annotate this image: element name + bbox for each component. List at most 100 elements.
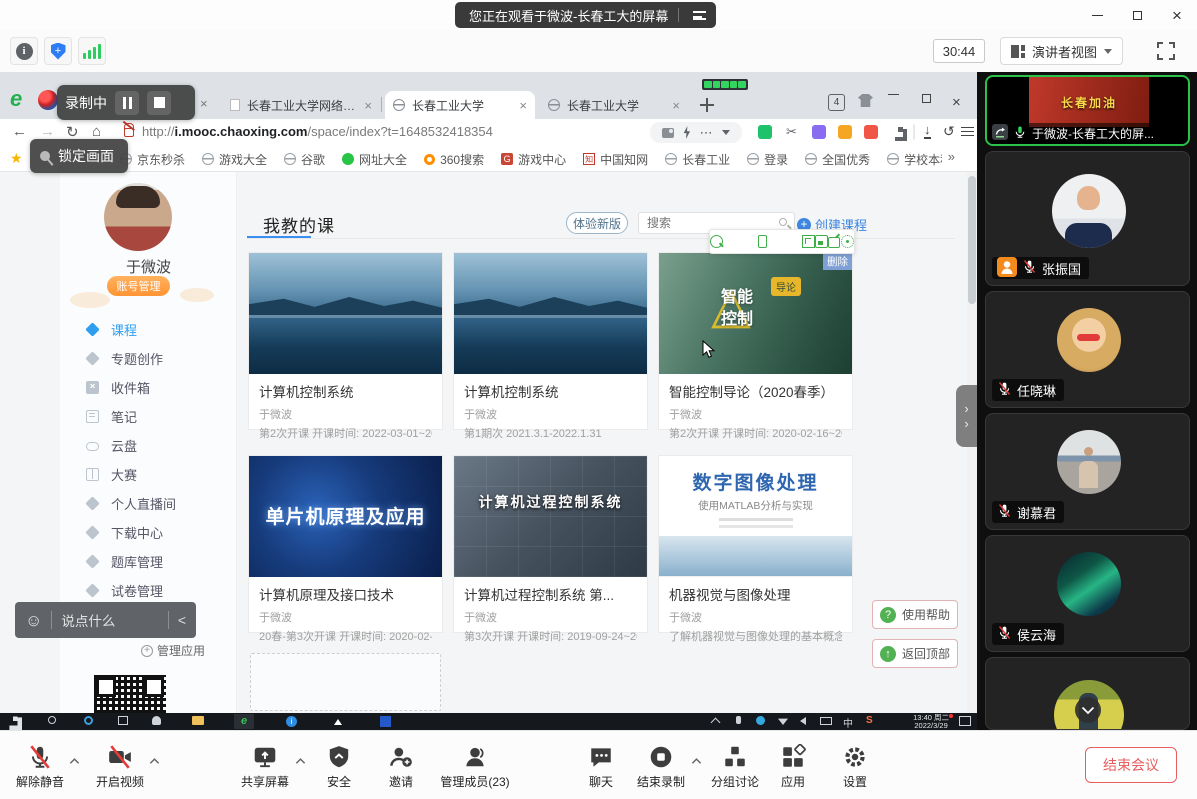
chat-input-placeholder[interactable]: 说点什么 <box>61 610 158 630</box>
course-card[interactable]: 计算机过程控制系统计算机过程控制系统 第...于微波第3次开课 开课时间: 20… <box>453 455 648 633</box>
browser-logo-icon[interactable]: e <box>10 86 22 112</box>
stop-recording-button[interactable]: 结束录制 <box>628 740 694 792</box>
back-button[interactable]: ← <box>12 123 27 140</box>
end-meeting-button[interactable]: 结束会议 <box>1085 747 1177 783</box>
collapse-chat-icon[interactable]: < <box>178 612 186 628</box>
extension-red-icon[interactable] <box>864 125 878 139</box>
close-button[interactable]: × <box>1157 0 1197 30</box>
participant-tile[interactable]: 张振国 <box>985 151 1190 286</box>
menu-icon[interactable] <box>693 11 706 20</box>
file-explorer-icon[interactable] <box>192 716 204 725</box>
tray-expand-icon[interactable] <box>711 718 721 728</box>
emoji-icon[interactable]: ☺ <box>25 612 42 629</box>
stop-recording-button[interactable] <box>147 91 171 115</box>
user-avatar[interactable] <box>104 183 172 251</box>
sidebar-item-2[interactable]: 专题创作 <box>60 347 237 369</box>
extensions-grid-icon[interactable] <box>893 127 903 137</box>
tab-close-icon[interactable]: × <box>519 98 527 113</box>
image-mode-icon[interactable] <box>662 128 674 138</box>
course-card[interactable]: 计算机控制系统于微波第2次开课 开课时间: 2022-03-01~2022-..… <box>248 252 443 430</box>
participant-screen-share-tile[interactable]: 长春加油于微波-长春工大的屏... <box>985 75 1190 146</box>
tray-headset-icon[interactable] <box>756 716 765 725</box>
help-button[interactable]: ? 使用帮助 <box>872 600 958 629</box>
chat-button[interactable]: 聊天 <box>580 740 622 792</box>
security-button[interactable]: 安全 <box>318 740 360 792</box>
download-icon[interactable]: ↓ <box>924 123 931 139</box>
insecure-lock-icon[interactable] <box>124 128 134 137</box>
undo-icon[interactable]: ↺ <box>943 123 955 140</box>
app-icon-blue-circle[interactable]: i <box>286 716 297 727</box>
taskbar-clock[interactable]: 13:40 周二2022/3/29 <box>913 714 949 730</box>
mobile-icon[interactable] <box>758 235 767 248</box>
start-button[interactable] <box>9 717 18 726</box>
scrollbar-thumb[interactable] <box>968 176 976 304</box>
bookmark-item[interactable]: 京东秒杀 <box>120 151 185 168</box>
bookmark-item[interactable]: 360搜索 <box>424 151 484 168</box>
new-tab-button[interactable] <box>700 98 714 112</box>
chevron-up-icon[interactable] <box>149 752 160 760</box>
bookmark-item[interactable]: 学校本科 <box>887 151 942 168</box>
sidebar-item-6[interactable]: 大赛 <box>60 463 237 485</box>
extension-green-icon[interactable] <box>758 125 772 139</box>
view-mode-dropdown[interactable]: 演讲者视图 <box>1000 37 1123 65</box>
network-status-button[interactable] <box>78 37 106 65</box>
try-new-version-button[interactable]: 体验新版 <box>566 212 628 234</box>
unmute-button[interactable]: 解除静音 <box>8 740 72 792</box>
screenshot-scissors-icon[interactable]: ✂ <box>786 124 797 140</box>
maximize-button[interactable] <box>1117 0 1157 30</box>
course-card[interactable]: △智能控制导论删除智能控制导论（2020春季）于微波第2次开课 开课时间: 20… <box>658 252 853 430</box>
action-center-icon[interactable] <box>959 716 971 726</box>
bookmark-item[interactable]: 网址大全 <box>342 151 407 168</box>
url-text[interactable]: http://i.mooc.chaoxing.com/space/index?t… <box>142 124 493 139</box>
participant-tile[interactable]: 侯云海 <box>985 535 1190 652</box>
meeting-info-button[interactable]: i <box>10 37 38 65</box>
browser-skin-button[interactable] <box>858 94 873 107</box>
browser-sphere-icon[interactable] <box>38 90 58 110</box>
bookmark-item[interactable]: 长春工业 <box>665 151 730 168</box>
bookmarks-overflow[interactable]: » <box>948 149 955 164</box>
security-shield-button[interactable]: + <box>44 37 72 65</box>
browser-tab[interactable]: 长春工业大学× <box>540 91 688 119</box>
account-manage-button[interactable]: 账号管理 <box>107 276 170 296</box>
apps-button[interactable]: 应用 <box>772 740 814 792</box>
extension-orange-icon[interactable] <box>838 125 852 139</box>
tray-speaker-icon[interactable] <box>800 717 806 725</box>
course-card[interactable]: 数字图像处理使用MATLAB分析与实现机器视觉与图像处理于微波了解机器视觉与图像… <box>658 455 853 633</box>
extension-purple-icon[interactable] <box>812 125 826 139</box>
people-icon[interactable] <box>152 716 161 725</box>
sidebar-item-5[interactable]: 云盘 <box>60 434 237 456</box>
tray-mic-icon[interactable] <box>736 716 741 724</box>
browser-tab[interactable]: 长春工业大学网络教学平台× <box>222 91 380 119</box>
expand-icon[interactable] <box>802 235 815 248</box>
speed-mode-icon[interactable] <box>682 126 691 139</box>
chevron-up-icon[interactable] <box>69 752 80 760</box>
tray-keyboard-icon[interactable] <box>820 717 832 725</box>
members-button[interactable]: 管理成员(23) <box>428 740 522 792</box>
home-button[interactable]: ⌂ <box>92 123 101 140</box>
tray-wifi-icon[interactable] <box>778 717 788 725</box>
pause-recording-button[interactable] <box>115 91 139 115</box>
sidebar-item-3[interactable]: 收件箱 <box>60 376 237 398</box>
sidebar-item-4[interactable]: 笔记 <box>60 405 237 427</box>
settings-button[interactable]: 设置 <box>834 740 876 792</box>
bookmark-item[interactable]: G游戏中心 <box>501 151 566 168</box>
chevron-down-icon[interactable] <box>722 130 730 135</box>
sidebar-item-10[interactable]: 试卷管理 <box>60 579 237 601</box>
minimize-button[interactable] <box>1077 0 1117 30</box>
search-icon[interactable] <box>779 218 787 226</box>
browser-minimize-button[interactable] <box>888 94 899 95</box>
browser-close-button[interactable]: × <box>952 94 961 111</box>
back-to-top-button[interactable]: ↑ 返回顶部 <box>872 639 958 668</box>
sidebar-item-7[interactable]: 个人直播间 <box>60 492 237 514</box>
app-icon-blue-square[interactable] <box>380 716 391 727</box>
ime-indicator[interactable]: 中 <box>843 715 853 730</box>
sidebar-item-8[interactable]: 下载中心 <box>60 521 237 543</box>
breakout-button[interactable]: 分组讨论 <box>704 740 766 792</box>
sidebar-item-9[interactable]: 题库管理 <box>60 550 237 572</box>
favorites-star-icon[interactable]: ★ <box>10 150 23 167</box>
chevron-up-icon[interactable] <box>691 752 702 760</box>
participant-tile[interactable]: 任晓琳 <box>985 291 1190 408</box>
forward-button[interactable]: → <box>40 123 55 140</box>
collapse-participants-button[interactable] <box>1075 697 1101 723</box>
task-view-icon[interactable] <box>118 716 128 725</box>
